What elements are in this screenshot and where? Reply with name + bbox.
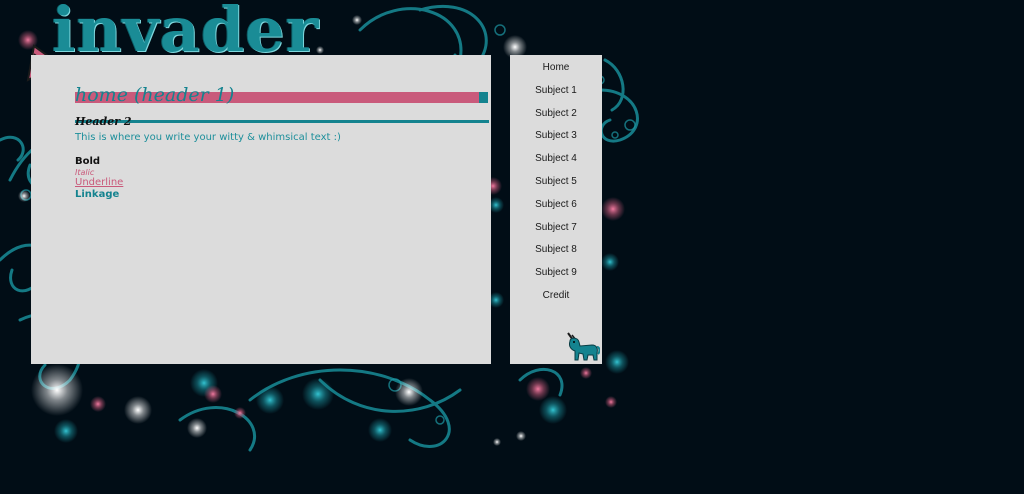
page-title: home (header 1) <box>75 84 235 106</box>
intro-text: This is where you write your witty & whi… <box>75 132 341 143</box>
italic-sample: Italic <box>75 168 95 177</box>
nav-item-subject-3[interactable]: Subject 3 <box>510 130 602 153</box>
bold-sample: Bold <box>75 156 101 167</box>
nav-item-credit[interactable]: Credit <box>510 290 602 313</box>
nav-item-subject-6[interactable]: Subject 6 <box>510 199 602 222</box>
sidebar-nav: Home Subject 1 Subject 2 Subject 3 Subje… <box>510 55 602 364</box>
header2-line <box>75 120 489 123</box>
nav-item-subject-4[interactable]: Subject 4 <box>510 153 602 176</box>
nav-item-subject-8[interactable]: Subject 8 <box>510 244 602 267</box>
page-stage: invader home (header 1) Header 2 This is… <box>0 0 1024 494</box>
nav-item-subject-7[interactable]: Subject 7 <box>510 222 602 245</box>
link-sample[interactable]: Linkage <box>75 189 119 200</box>
nav-item-subject-5[interactable]: Subject 5 <box>510 176 602 199</box>
header1-bar-end <box>479 92 488 103</box>
nav-item-subject-1[interactable]: Subject 1 <box>510 85 602 108</box>
nav-item-home[interactable]: Home <box>510 62 602 85</box>
nav-item-subject-2[interactable]: Subject 2 <box>510 108 602 131</box>
nav-list: Home Subject 1 Subject 2 Subject 3 Subje… <box>510 62 602 313</box>
header2: Header 2 <box>75 115 132 128</box>
unicorn-icon <box>567 332 600 361</box>
underline-sample[interactable]: Underline <box>75 177 123 188</box>
nav-item-subject-9[interactable]: Subject 9 <box>510 267 602 290</box>
content-panel: home (header 1) Header 2 This is where y… <box>31 55 491 364</box>
